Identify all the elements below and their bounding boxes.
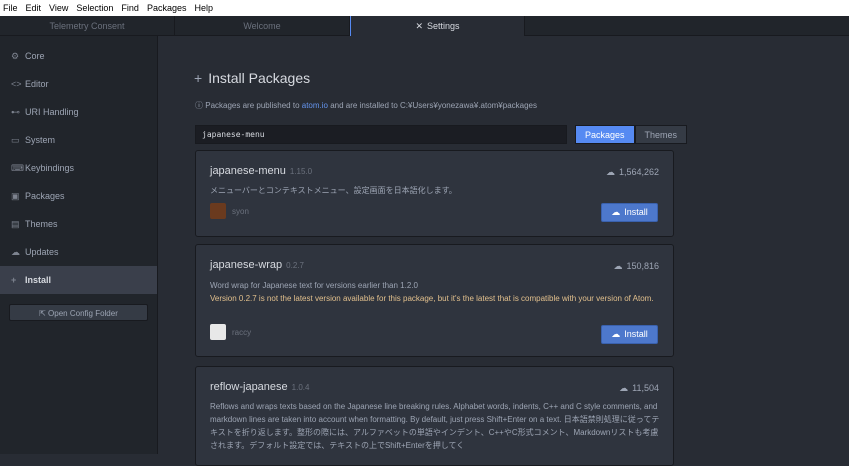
sidebar-item-core[interactable]: ⚙ Core (0, 42, 157, 70)
external-link-icon: ⇱ (39, 309, 49, 318)
download-count-value: 1,564,262 (618, 167, 659, 177)
open-config-folder-button[interactable]: ⇱ Open Config Folder (9, 304, 148, 321)
atom-io-link[interactable]: atom.io (302, 101, 328, 110)
sidebar-item-install[interactable]: + Install (0, 266, 157, 294)
package-icon: ▣ (11, 190, 20, 201)
package-description: Reflows and wraps texts based on the Jap… (210, 402, 660, 450)
sidebar-item-packages[interactable]: ▣ Packages (0, 182, 157, 210)
menu-find[interactable]: Find (121, 3, 139, 13)
plus-icon: + (194, 70, 203, 86)
sidebar-item-label: Editor (25, 79, 49, 89)
menu-packages[interactable]: Packages (147, 3, 187, 13)
package-card[interactable]: japanese-menu 1.15.0 ☁ 1,564,262 メニューバーとコン… (195, 150, 674, 237)
download-count-value: 150,816 (626, 261, 659, 271)
info-prefix: Packages are published to (205, 101, 302, 110)
search-input[interactable]: japanese-menu (195, 125, 567, 144)
info-suffix: and are installed to C:¥Users¥yonezawa¥.… (327, 101, 537, 110)
menu-file[interactable]: File (3, 3, 18, 13)
package-owner: raccy (210, 324, 251, 340)
sidebar-item-label: Updates (25, 247, 59, 257)
sliders-icon: ⚙ (11, 50, 20, 61)
download-count: ☁ 1,564,262 (606, 167, 659, 178)
install-button[interactable]: ☁ Install (601, 203, 658, 222)
device-desktop-icon: ▭ (11, 134, 20, 145)
install-button-label: Install (624, 207, 648, 217)
menu-selection[interactable]: Selection (76, 3, 113, 13)
menu-bar: File Edit View Selection Find Packages H… (0, 0, 849, 16)
sidebar-item-updates[interactable]: ☁ Updates (0, 238, 157, 266)
themes-toggle-button[interactable]: Themes (634, 125, 688, 144)
config-button-label: Open Config Folder (48, 309, 118, 318)
code-icon: <> (11, 79, 22, 89)
package-version: 1.15.0 (289, 167, 313, 176)
owner-name[interactable]: raccy (232, 328, 251, 337)
keyboard-icon: ⌨ (11, 162, 24, 173)
menu-view[interactable]: View (49, 3, 68, 13)
package-name-row: japanese-menu 1.15.0 (210, 165, 312, 177)
cloud-download-icon: ☁ (613, 261, 623, 271)
package-description: メニューバーとコンテキストメニュー、設定画面を日本語化します。 (210, 186, 457, 195)
install-info: ⓘ Packages are published to atom.io and … (195, 100, 537, 111)
install-title: + Install Packages (194, 70, 310, 86)
sidebar-item-label: Packages (25, 191, 65, 201)
install-title-text: Install Packages (208, 70, 311, 86)
tab-welcome[interactable]: Welcome (175, 16, 350, 36)
packages-toggle-button[interactable]: Packages (575, 125, 635, 144)
settings-sidebar: ⚙ Core <> Editor ⊷ URI Handling ▭ System ⌨ Ke… (0, 36, 158, 454)
install-button[interactable]: ☁ Install (601, 325, 658, 344)
plus-icon: + (11, 275, 17, 285)
tab-label: Settings (427, 21, 460, 31)
package-description: Word wrap for Japanese text for versions… (210, 281, 418, 290)
search-type-toggle: Packages Themes (575, 125, 688, 144)
download-count: ☁ 11,504 (619, 383, 659, 394)
package-card[interactable]: japanese-wrap 0.2.7 ☁ 150,816 Word wrap fo… (195, 244, 674, 357)
download-count-value: 11,504 (632, 383, 659, 393)
package-owner: syon (210, 203, 249, 219)
sidebar-item-label: Install (25, 275, 52, 285)
sidebar-item-label: System (25, 135, 56, 145)
compatibility-warning: Version 0.2.7 is not the latest version … (210, 294, 654, 303)
package-name-row: japanese-wrap 0.2.7 (210, 259, 304, 271)
cloud-download-icon: ☁ (619, 383, 629, 393)
tab-telemetry-consent[interactable]: Telemetry Consent (0, 16, 175, 36)
sidebar-item-label: URI Handling (25, 107, 79, 117)
cloud-download-icon: ☁ (11, 246, 20, 257)
sidebar-item-themes[interactable]: ▤ Themes (0, 210, 157, 238)
install-panel: + Install Packages ⓘ Packages are publish… (158, 36, 849, 466)
link-icon: ⊷ (11, 106, 20, 117)
tab-label: Welcome (243, 21, 281, 31)
package-card[interactable]: reflow-japanese 1.0.4 ☁ 11,504 Reflows and… (195, 366, 674, 466)
cloud-download-icon: ☁ (605, 167, 615, 177)
package-name[interactable]: japanese-menu (210, 165, 286, 177)
menu-edit[interactable]: Edit (26, 3, 42, 13)
question-icon: ⓘ (195, 101, 206, 110)
download-count: ☁ 150,816 (613, 261, 659, 272)
package-version: 0.2.7 (286, 261, 304, 270)
package-name[interactable]: japanese-wrap (210, 259, 282, 271)
sidebar-item-keybindings[interactable]: ⌨ Keybindings (0, 154, 157, 182)
package-name-row: reflow-japanese 1.0.4 (210, 381, 309, 393)
avatar (210, 203, 226, 219)
sidebar-item-editor[interactable]: <> Editor (0, 70, 157, 98)
tab-bar: Telemetry Consent Welcome ✕ Settings (0, 16, 849, 36)
sidebar-item-label: Themes (25, 219, 58, 229)
tools-icon: ✕ (415, 21, 423, 31)
sidebar-item-uri-handling[interactable]: ⊷ URI Handling (0, 98, 157, 126)
sidebar-item-system[interactable]: ▭ System (0, 126, 157, 154)
tab-settings[interactable]: ✕ Settings (350, 16, 525, 36)
install-button-label: Install (624, 329, 648, 339)
paintcan-icon: ▤ (11, 218, 20, 229)
cloud-download-icon: ☁ (611, 329, 621, 339)
tab-label: Telemetry Consent (49, 21, 125, 31)
sidebar-item-label: Core (25, 51, 45, 61)
avatar (210, 324, 226, 340)
package-name[interactable]: reflow-japanese (210, 381, 288, 393)
owner-name[interactable]: syon (232, 207, 249, 216)
cloud-download-icon: ☁ (611, 207, 621, 217)
sidebar-item-label: Keybindings (25, 163, 75, 173)
menu-help[interactable]: Help (194, 3, 213, 13)
package-version: 1.0.4 (291, 383, 310, 392)
